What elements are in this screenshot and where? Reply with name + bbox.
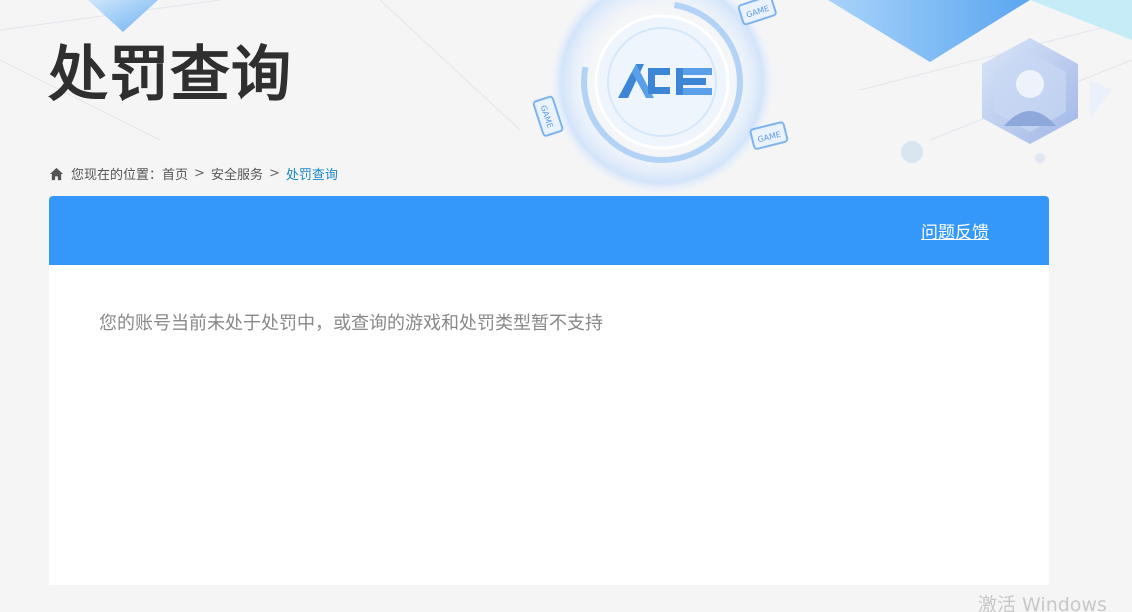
feedback-link[interactable]: 问题反馈 (921, 218, 989, 243)
breadcrumb-item-security-service[interactable]: 安全服务 (211, 164, 263, 183)
breadcrumb-current: 处罚查询 (285, 168, 338, 183)
breadcrumb-separator: > (194, 166, 205, 181)
svg-text:GAME: GAME (745, 4, 770, 20)
panel-header-bar: 问题反馈 (49, 196, 1049, 265)
svg-text:GAME: GAME (539, 104, 555, 129)
breadcrumb-item-home[interactable]: 首页 (162, 164, 188, 183)
character-hexagon-avatar (982, 38, 1078, 144)
breadcrumb: 您现在的位置： 首页 > 安全服务 > 处罚查询 (49, 164, 338, 183)
windows-activation-watermark: 激活 Windows (978, 594, 1107, 612)
svg-text:GAME: GAME (757, 130, 782, 144)
home-icon (49, 167, 64, 180)
ace-logo (618, 64, 712, 98)
breadcrumb-separator: > (268, 166, 280, 181)
result-message: 您的账号当前未处于处罚中，或查询的游戏和处罚类型暂不支持 (99, 313, 603, 334)
breadcrumb-prefix: 您现在的位置： (71, 168, 163, 183)
result-panel: 您的账号当前未处于处罚中，或查询的游戏和处罚类型暂不支持 (49, 265, 1049, 585)
page-title: 处罚查询 (48, 40, 292, 110)
